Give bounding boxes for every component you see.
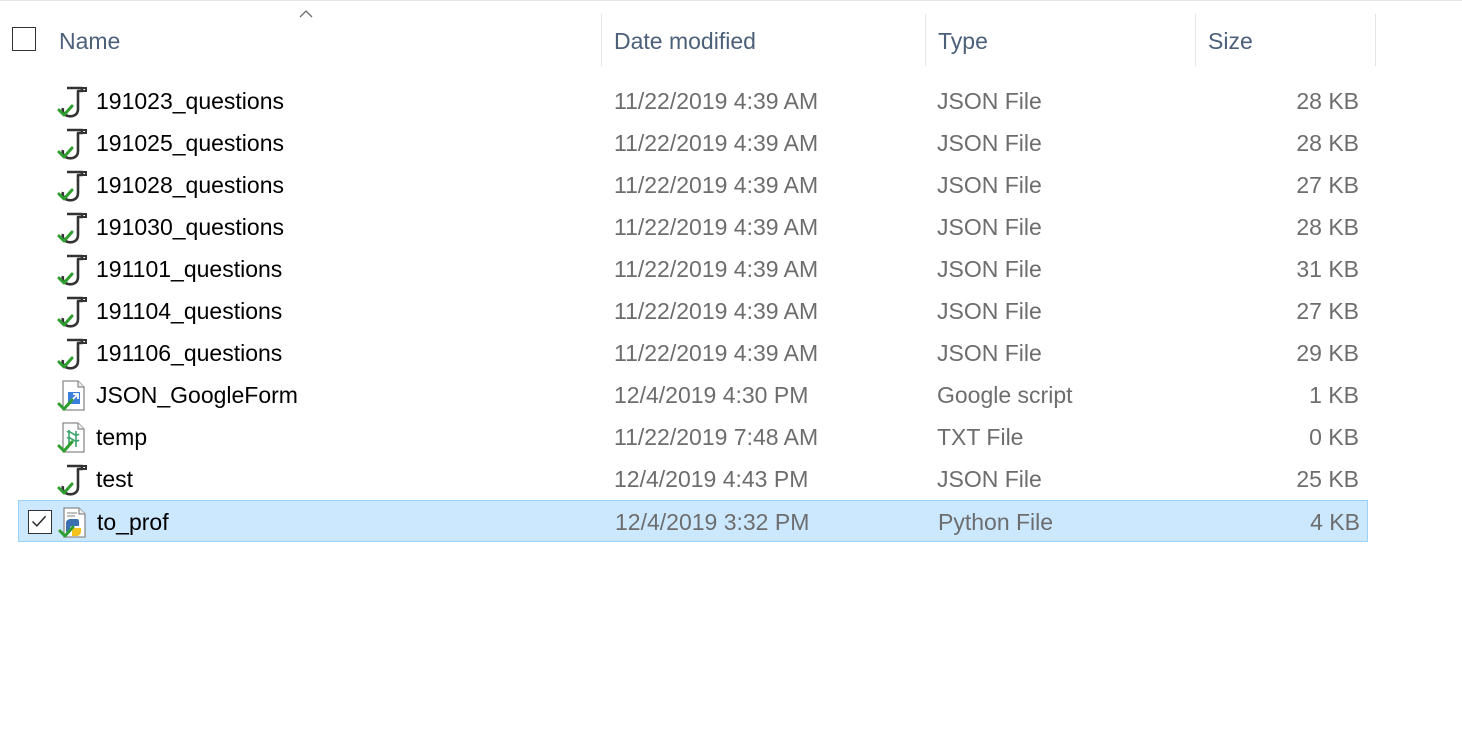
file-size: 1 KB [1309, 382, 1359, 408]
file-size: 25 KB [1296, 466, 1359, 492]
file-name: 191106_questions [96, 340, 283, 366]
file-type: JSON File [937, 172, 1042, 198]
sort-up-arrow-icon[interactable] [299, 10, 313, 18]
file-type: JSON File [937, 298, 1042, 324]
json-file-icon [56, 210, 90, 244]
file-row[interactable]: temp 11/22/2019 7:48 AM TXT File 0 KB [18, 416, 1368, 458]
file-size: 28 KB [1296, 214, 1359, 240]
file-size: 27 KB [1296, 172, 1359, 198]
file-size: 28 KB [1296, 130, 1359, 156]
file-date-modified: 12/4/2019 4:43 PM [614, 466, 809, 492]
file-size: 28 KB [1296, 88, 1359, 114]
json-file-icon [56, 126, 90, 160]
file-type: JSON File [937, 340, 1042, 366]
file-type: Python File [938, 509, 1054, 535]
file-size: 0 KB [1309, 424, 1359, 450]
file-row[interactable]: to_prof 12/4/2019 3:32 PM Python File 4 KB [18, 500, 1368, 542]
column-divider[interactable] [601, 14, 602, 66]
column-divider[interactable] [925, 14, 926, 66]
file-date-modified: 11/22/2019 4:39 AM [614, 256, 819, 282]
file-name: 191104_questions [96, 298, 283, 324]
file-name: JSON_GoogleForm [96, 382, 298, 408]
txt-file-icon [56, 420, 90, 454]
column-header-date-modified[interactable]: Date modified [614, 27, 756, 55]
column-header-row: Name Date modified Type Size [0, 0, 1462, 66]
file-row[interactable]: 191104_questions 11/22/2019 4:39 AM JSON F… [18, 290, 1368, 332]
file-size: 29 KB [1296, 340, 1359, 366]
file-row[interactable]: 191023_questions 11/22/2019 4:39 AM JSON F… [18, 80, 1368, 122]
file-size: 27 KB [1296, 298, 1359, 324]
json-file-icon [56, 168, 90, 202]
file-name: 191030_questions [96, 214, 284, 240]
file-row[interactable]: 191025_questions 11/22/2019 4:39 AM JSON F… [18, 122, 1368, 164]
json-file-icon [56, 84, 90, 118]
file-row[interactable]: 191101_questions 11/22/2019 4:39 AM JSON F… [18, 248, 1368, 290]
file-name: 191028_questions [96, 172, 284, 198]
file-name: 191101_questions [96, 256, 283, 282]
json-file-icon [56, 462, 90, 496]
file-date-modified: 12/4/2019 4:30 PM [614, 382, 809, 408]
file-type: JSON File [937, 214, 1042, 240]
file-name: temp [96, 424, 148, 450]
file-row[interactable]: JSON_GoogleForm 12/4/2019 4:30 PM Google s… [18, 374, 1368, 416]
file-date-modified: 11/22/2019 4:39 AM [614, 340, 819, 366]
row-checkbox[interactable] [28, 510, 52, 534]
file-type: JSON File [937, 88, 1042, 114]
file-row[interactable]: 191030_questions 11/22/2019 4:39 AM JSON F… [18, 206, 1368, 248]
file-date-modified: 11/22/2019 4:39 AM [614, 298, 819, 324]
python-file-icon [57, 505, 91, 539]
file-row[interactable]: 191106_questions 11/22/2019 4:39 AM JSON F… [18, 332, 1368, 374]
file-type: JSON File [937, 130, 1042, 156]
file-name: to_prof [97, 509, 169, 535]
file-date-modified: 11/22/2019 4:39 AM [614, 88, 819, 114]
file-row[interactable]: test 12/4/2019 4:43 PM JSON File 25 KB [18, 458, 1368, 500]
json-file-icon [56, 336, 90, 370]
column-header-size[interactable]: Size [1208, 27, 1253, 55]
select-all-checkbox[interactable] [12, 27, 36, 51]
json-file-icon [56, 252, 90, 286]
file-type: TXT File [937, 424, 1024, 450]
file-date-modified: 11/22/2019 4:39 AM [614, 214, 819, 240]
file-type: JSON File [937, 256, 1042, 282]
file-size: 31 KB [1296, 256, 1359, 282]
file-name: test [96, 466, 134, 492]
column-divider[interactable] [1195, 14, 1196, 66]
file-row[interactable]: 191028_questions 11/22/2019 4:39 AM JSON F… [18, 164, 1368, 206]
column-divider[interactable] [1375, 14, 1376, 66]
file-date-modified: 11/22/2019 4:39 AM [614, 172, 819, 198]
file-date-modified: 11/22/2019 7:48 AM [614, 424, 819, 450]
json-file-icon [56, 294, 90, 328]
file-type: JSON File [937, 466, 1042, 492]
file-size: 4 KB [1310, 509, 1360, 535]
file-name: 191025_questions [96, 130, 284, 156]
file-date-modified: 12/4/2019 3:32 PM [615, 509, 810, 535]
column-header-type[interactable]: Type [938, 27, 988, 55]
column-header-name[interactable]: Name [59, 27, 120, 55]
google-script-file-icon [56, 378, 90, 412]
file-name: 191023_questions [96, 88, 284, 114]
file-type: Google script [937, 382, 1073, 408]
file-date-modified: 11/22/2019 4:39 AM [614, 130, 819, 156]
